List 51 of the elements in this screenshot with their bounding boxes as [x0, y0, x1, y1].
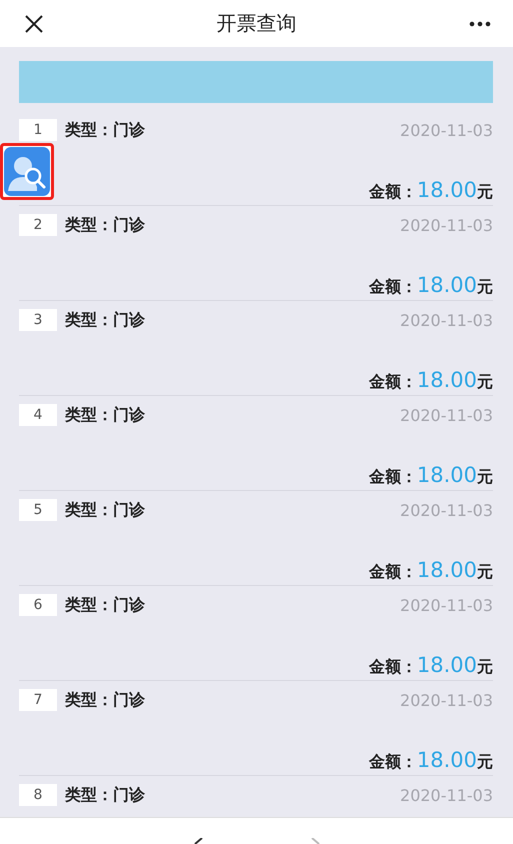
row-number: 1	[19, 119, 57, 141]
currency-unit: 元	[477, 562, 493, 583]
amount-value: 18.00	[416, 653, 477, 677]
currency-unit: 元	[477, 752, 493, 773]
row-number: 6	[19, 594, 57, 616]
invoice-date: 2020-11-03	[400, 500, 493, 520]
visit-type: 类型：门诊	[65, 784, 145, 806]
amount-value: 18.00	[416, 178, 477, 202]
visit-type: 类型：门诊	[65, 690, 145, 710]
row-number: 4	[19, 404, 57, 426]
visit-type: 类型：门诊	[65, 594, 145, 616]
close-icon[interactable]	[24, 14, 44, 34]
page-title: 开票查询	[216, 11, 296, 35]
invoice-date: 2020-11-03	[400, 786, 493, 804]
currency-unit: 元	[477, 277, 493, 298]
invoice-date: 2020-11-03	[400, 310, 493, 330]
amount-label: 金额：	[368, 467, 417, 488]
row-number: 7	[19, 689, 57, 711]
visit-type: 类型：门诊	[65, 500, 145, 520]
amount-label: 金额：	[368, 277, 417, 298]
row-number: 8	[19, 784, 57, 806]
user-search-button[interactable]	[0, 143, 54, 200]
invoice-date: 2020-11-03	[400, 120, 493, 140]
currency-unit: 元	[477, 467, 493, 488]
amount-value: 18.00	[416, 463, 477, 487]
row-number: 2	[19, 214, 57, 236]
amount-value: 18.00	[416, 558, 477, 582]
invoice-date: 2020-11-03	[400, 690, 493, 710]
amount-value: 18.00	[416, 273, 477, 297]
visit-type: 类型：门诊	[65, 310, 145, 330]
visit-type: 类型：门诊	[65, 120, 145, 140]
invoice-date: 2020-11-03	[400, 406, 493, 424]
currency-unit: 元	[477, 657, 493, 678]
amount-label: 金额：	[368, 562, 417, 583]
back-icon[interactable]	[192, 838, 202, 844]
amount-label: 金额：	[368, 657, 417, 678]
invoice-date: 2020-11-03	[400, 596, 493, 614]
amount-label: 金额：	[368, 182, 417, 203]
more-icon[interactable]	[469, 20, 491, 26]
currency-unit: 元	[477, 182, 493, 203]
amount-value: 18.00	[416, 748, 477, 772]
user-search-icon	[4, 147, 50, 196]
visit-type: 类型：门诊	[65, 404, 145, 426]
currency-unit: 元	[477, 372, 493, 393]
amount-label: 金额：	[368, 752, 417, 773]
row-number: 3	[19, 309, 57, 331]
visit-type: 类型：门诊	[65, 214, 145, 236]
row-number: 5	[19, 499, 57, 521]
amount-value: 18.00	[416, 368, 477, 392]
amount-label: 金额：	[368, 372, 417, 393]
invoice-date: 2020-11-03	[400, 216, 493, 234]
